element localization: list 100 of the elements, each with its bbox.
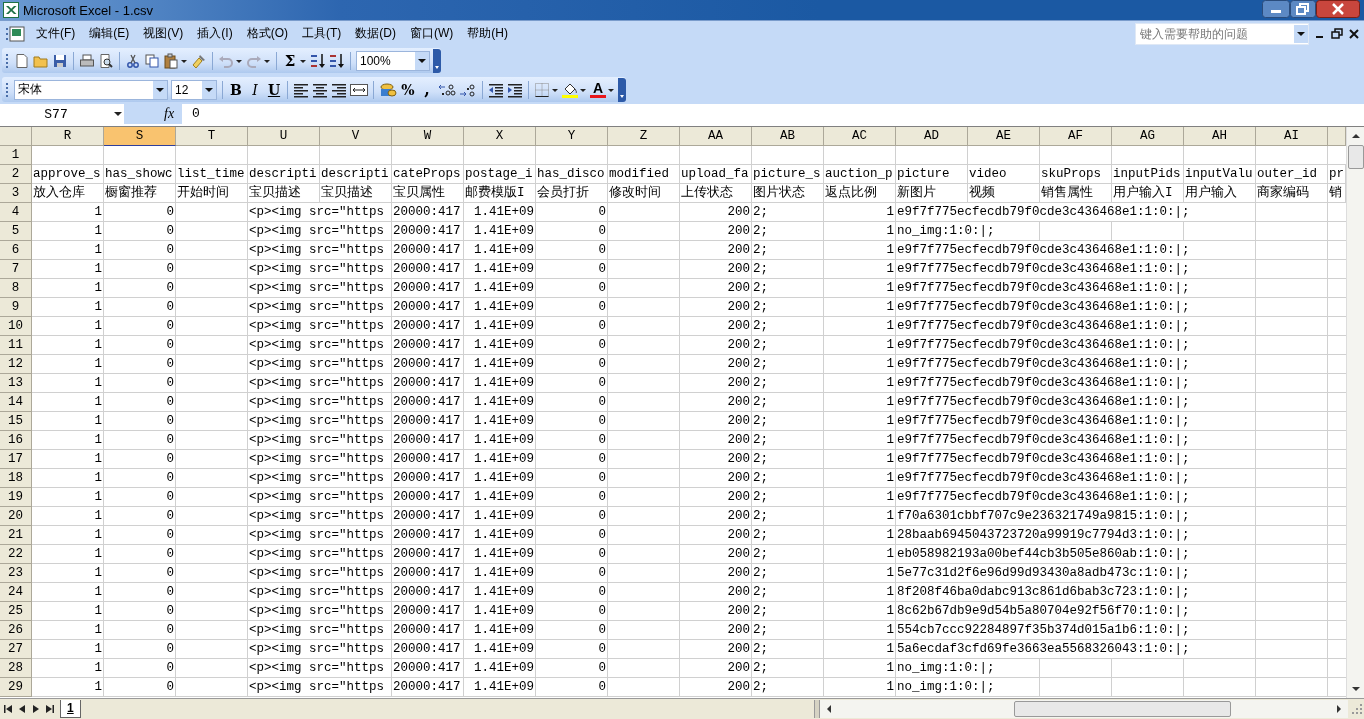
- currency-icon[interactable]: [379, 81, 397, 98]
- column-header[interactable]: AI: [1256, 127, 1328, 146]
- decrease-indent-icon[interactable]: [488, 81, 504, 98]
- row-header[interactable]: 14: [0, 393, 32, 412]
- sort-ascending-icon[interactable]: [310, 52, 326, 69]
- horizontal-scrollbar[interactable]: [820, 700, 1348, 718]
- menu-item[interactable]: 窗口(W): [403, 23, 461, 44]
- row-header[interactable]: 24: [0, 583, 32, 602]
- row-header[interactable]: 2: [0, 165, 32, 184]
- font-color-button[interactable]: A: [590, 81, 606, 98]
- scrollbar-thumb[interactable]: [1014, 701, 1231, 717]
- menu-item[interactable]: 帮助(H): [460, 23, 515, 44]
- row-header[interactable]: 29: [0, 678, 32, 697]
- bold-button[interactable]: B: [228, 80, 244, 99]
- increase-decimal-icon[interactable]: [438, 81, 456, 98]
- merge-center-icon[interactable]: [350, 81, 368, 98]
- close-icon[interactable]: [1347, 26, 1361, 41]
- workbook-icon[interactable]: [6, 24, 26, 43]
- menu-item[interactable]: 文件(F): [29, 23, 83, 44]
- column-header[interactable]: AA: [680, 127, 752, 146]
- column-header[interactable]: AH: [1184, 127, 1256, 146]
- menu-item[interactable]: 工具(T): [295, 23, 349, 44]
- column-header[interactable]: AE: [968, 127, 1040, 146]
- row-header[interactable]: 5: [0, 222, 32, 241]
- name-box[interactable]: S77: [0, 104, 124, 124]
- save-icon[interactable]: [52, 52, 68, 69]
- row-header[interactable]: 28: [0, 659, 32, 678]
- last-sheet-icon[interactable]: [44, 702, 56, 716]
- zoom-dropdown[interactable]: 100%: [356, 50, 430, 71]
- column-header[interactable]: AD: [896, 127, 968, 146]
- vertical-scrollbar[interactable]: [1346, 127, 1364, 698]
- row-header[interactable]: 16: [0, 431, 32, 450]
- menu-item[interactable]: 格式(O): [239, 23, 295, 44]
- row-header[interactable]: 4: [0, 203, 32, 222]
- row-header[interactable]: 8: [0, 279, 32, 298]
- row-header[interactable]: 21: [0, 526, 32, 545]
- column-header[interactable]: AF: [1040, 127, 1112, 146]
- column-header[interactable]: Z: [608, 127, 680, 146]
- row-header[interactable]: 6: [0, 241, 32, 260]
- italic-button[interactable]: I: [247, 80, 263, 99]
- row-header[interactable]: 12: [0, 355, 32, 374]
- row-header[interactable]: 20: [0, 507, 32, 526]
- tab-split-handle[interactable]: [814, 700, 820, 718]
- column-header[interactable]: AB: [752, 127, 824, 146]
- font-dropdown[interactable]: 宋体: [14, 79, 168, 100]
- first-sheet-icon[interactable]: [2, 702, 14, 716]
- clipboard-icon[interactable]: [163, 52, 179, 69]
- align-center-icon[interactable]: [312, 81, 328, 98]
- column-header[interactable]: R: [32, 127, 104, 146]
- toolbar-options-icon[interactable]: [433, 48, 441, 73]
- toolbar-grip-icon[interactable]: [5, 80, 9, 99]
- row-header[interactable]: 18: [0, 469, 32, 488]
- scissors-icon[interactable]: [125, 52, 141, 69]
- percent-button[interactable]: %: [400, 80, 416, 99]
- insert-function-button[interactable]: fx: [164, 104, 182, 124]
- formula-input-field[interactable]: 0: [182, 104, 1364, 124]
- resize-grip-icon[interactable]: [1350, 702, 1364, 716]
- row-header[interactable]: 19: [0, 488, 32, 507]
- decrease-decimal-icon[interactable]: [459, 81, 477, 98]
- toolbar-options-icon[interactable]: [618, 77, 626, 102]
- minimize-icon[interactable]: [1262, 0, 1290, 18]
- row-header[interactable]: 22: [0, 545, 32, 564]
- comma-button[interactable]: ,: [419, 80, 435, 99]
- menu-item[interactable]: 数据(D): [348, 23, 403, 44]
- row-header[interactable]: 13: [0, 374, 32, 393]
- row-header[interactable]: 10: [0, 317, 32, 336]
- paint-bucket-icon[interactable]: [562, 81, 578, 98]
- print-icon[interactable]: [79, 52, 95, 69]
- autosum-button[interactable]: Σ: [282, 51, 298, 70]
- column-header[interactable]: X: [464, 127, 536, 146]
- align-right-icon[interactable]: [331, 81, 347, 98]
- column-header[interactable]: U: [248, 127, 320, 146]
- row-header[interactable]: 1: [0, 146, 32, 165]
- column-header[interactable]: T: [176, 127, 248, 146]
- brush-icon[interactable]: [191, 52, 207, 69]
- menu-item[interactable]: 编辑(E): [82, 23, 137, 44]
- column-header[interactable]: AG: [1112, 127, 1184, 146]
- align-left-icon[interactable]: [293, 81, 309, 98]
- row-header[interactable]: 27: [0, 640, 32, 659]
- row-header[interactable]: 17: [0, 450, 32, 469]
- row-header[interactable]: 7: [0, 260, 32, 279]
- increase-indent-icon[interactable]: [507, 81, 523, 98]
- scrollbar-thumb[interactable]: [1348, 145, 1364, 169]
- restore-icon[interactable]: [1330, 26, 1344, 41]
- column-header[interactable]: V: [320, 127, 392, 146]
- column-header[interactable]: W: [392, 127, 464, 146]
- column-header[interactable]: AC: [824, 127, 896, 146]
- sheet-tab[interactable]: 1: [60, 700, 81, 718]
- copy-icon[interactable]: [144, 52, 160, 69]
- column-header[interactable]: Y: [536, 127, 608, 146]
- print-preview-icon[interactable]: [98, 52, 114, 69]
- menu-item[interactable]: 视图(V): [136, 23, 191, 44]
- font-size-dropdown[interactable]: 12: [171, 79, 217, 100]
- row-header[interactable]: 11: [0, 336, 32, 355]
- borders-icon[interactable]: [534, 81, 550, 98]
- underline-button[interactable]: U: [266, 80, 282, 99]
- column-header[interactable]: S: [104, 127, 176, 146]
- restore-icon[interactable]: [1290, 0, 1316, 18]
- sort-descending-icon[interactable]: [329, 52, 345, 69]
- close-icon[interactable]: [1316, 0, 1360, 18]
